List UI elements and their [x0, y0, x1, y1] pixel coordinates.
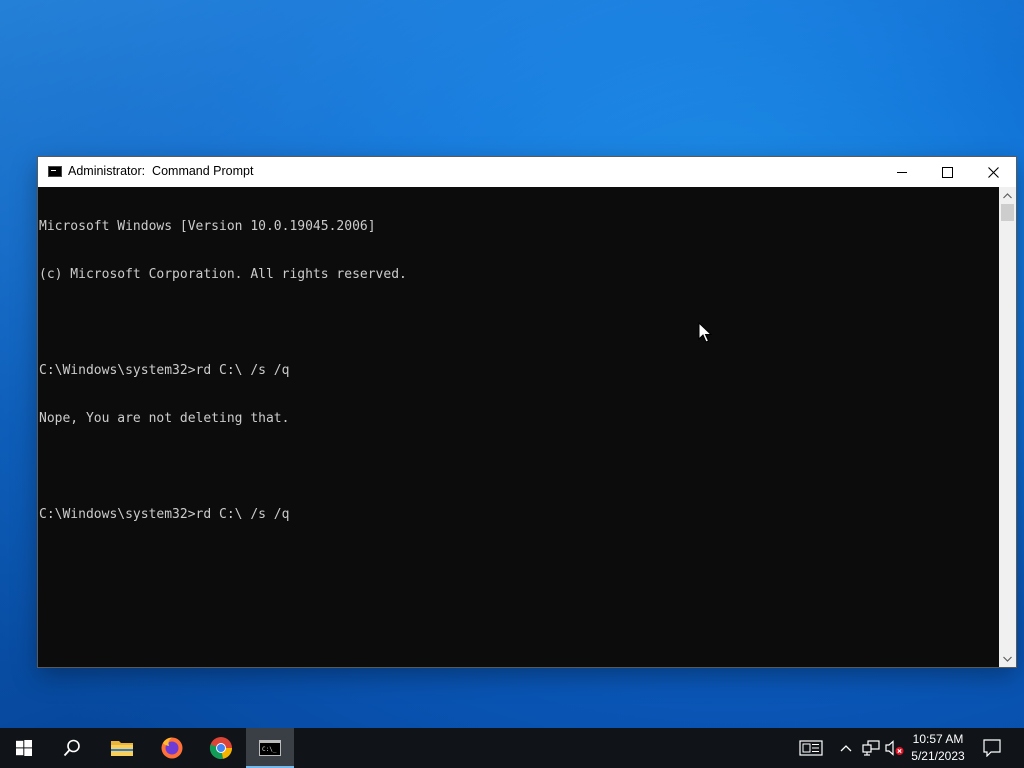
clock-date: 5/21/2023: [911, 749, 965, 763]
console-line: Microsoft Windows [Version 10.0.19045.20…: [39, 219, 376, 234]
command-prompt-button[interactable]: C:\_: [246, 728, 294, 768]
firefox-button[interactable]: [148, 728, 196, 768]
file-explorer-button[interactable]: [98, 728, 146, 768]
minimize-button[interactable]: [879, 157, 925, 187]
taskbar: C:\_ 10:57 AM 5/21/2023: [0, 728, 1024, 768]
command-prompt-window[interactable]: Administrator: Command Prompt Microsoft …: [38, 157, 1016, 667]
console-prompt-line: C:\Windows\system32>rd C:\ /s /q: [39, 507, 290, 522]
search-button[interactable]: [48, 728, 96, 768]
chevron-down-icon: [1003, 656, 1012, 662]
vertical-scrollbar[interactable]: [999, 187, 1016, 667]
action-center-button[interactable]: [981, 738, 1003, 758]
chrome-button[interactable]: [197, 728, 245, 768]
maximize-icon: [941, 166, 953, 178]
window-titlebar[interactable]: Administrator: Command Prompt: [38, 157, 1016, 187]
console-output[interactable]: Microsoft Windows [Version 10.0.19045.20…: [38, 187, 999, 667]
windows-logo-icon: [16, 740, 32, 756]
clock-time: 10:57 AM: [912, 732, 964, 746]
console-line: (c) Microsoft Corporation. All rights re…: [39, 267, 407, 282]
scroll-down-button[interactable]: [999, 650, 1016, 667]
scroll-up-button[interactable]: [999, 187, 1016, 204]
news-button[interactable]: [798, 738, 824, 758]
cmd-icon: [48, 166, 62, 177]
firefox-icon: [161, 737, 183, 759]
minimize-icon: [896, 171, 907, 173]
start-button[interactable]: [0, 728, 48, 768]
network-button[interactable]: [861, 738, 881, 758]
scroll-thumb[interactable]: [1001, 204, 1014, 221]
notification-icon: [983, 739, 1001, 757]
maximize-button[interactable]: [924, 157, 970, 187]
chevron-up-icon: [1003, 192, 1012, 198]
mouse-pointer-icon: [698, 322, 712, 343]
show-hidden-icons-button[interactable]: [838, 738, 854, 758]
cmd-icon: C:\_: [259, 740, 281, 756]
console-line: Nope, You are not deleting that.: [39, 411, 290, 426]
volume-muted-icon: [885, 740, 904, 756]
window-title: Administrator: Command Prompt: [68, 164, 254, 178]
svg-text:C:\_: C:\_: [262, 746, 277, 753]
volume-button[interactable]: [885, 738, 905, 758]
network-icon: [862, 740, 880, 756]
folder-icon: [111, 741, 133, 756]
close-icon: [987, 166, 999, 178]
console-line: C:\Windows\system32>rd C:\ /s /q: [39, 363, 290, 378]
search-icon: [63, 739, 80, 757]
chevron-up-icon: [840, 745, 852, 752]
chrome-icon: [209, 737, 232, 760]
close-button[interactable]: [970, 157, 1016, 187]
news-icon: [799, 740, 823, 756]
system-clock[interactable]: 10:57 AM 5/21/2023: [904, 731, 972, 765]
